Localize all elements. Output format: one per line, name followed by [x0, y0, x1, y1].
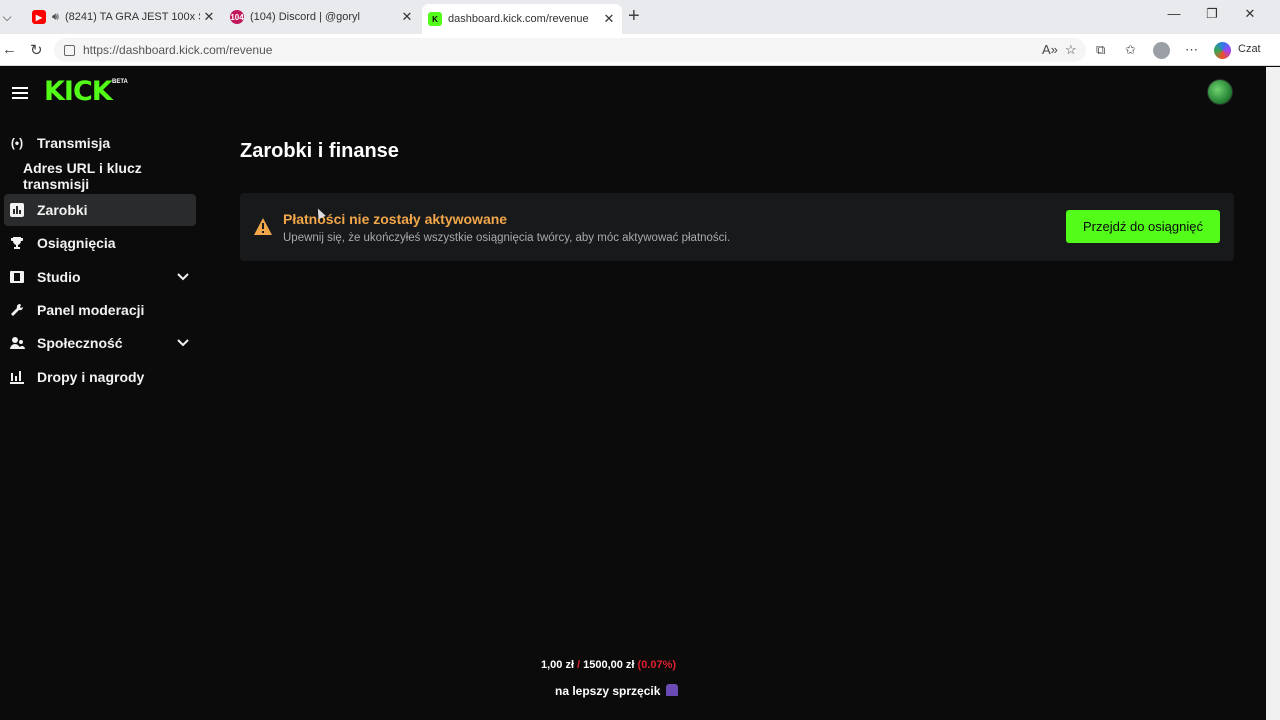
copilot-icon[interactable] — [1214, 42, 1231, 59]
url-text: https://dashboard.kick.com/revenue — [83, 43, 273, 57]
sidebar-item-label: Osiągnięcia — [37, 235, 116, 251]
lock-icon — [64, 44, 75, 56]
chevron-down-icon[interactable] — [176, 336, 190, 350]
kick-dashboard-page: KICK BETA (•) Transmisja Adres URL i klu… — [0, 67, 1266, 720]
browser-tab-discord[interactable]: 104 (104) Discord | @goryl ✕ — [224, 4, 420, 30]
back-icon[interactable]: ← — [2, 41, 17, 58]
copilot-label[interactable]: Czat — [1238, 43, 1261, 55]
speaker-icon[interactable]: 🔊︎ — [52, 11, 59, 24]
close-window-icon[interactable]: ✕ — [1235, 6, 1265, 22]
goal-separator: / — [577, 659, 581, 671]
page-title: Zarobki i finanse — [240, 140, 399, 162]
sidebar-item-osiagniecia[interactable]: Osiągnięcia — [4, 227, 196, 259]
sidebar-item-zarobki[interactable]: Zarobki — [4, 194, 196, 226]
gift-icon — [9, 369, 25, 385]
chart-icon — [9, 202, 25, 218]
browser-address-bar: ← ↻ https://dashboard.kick.com/revenue A… — [0, 34, 1280, 66]
donation-goal-progress: 1,00 zł/1500,00 zł (0.07%) — [541, 659, 676, 671]
sidebar-item-label: Panel moderacji — [37, 302, 145, 318]
refresh-icon[interactable]: ↻ — [30, 41, 43, 59]
sidebar-item-label: Społeczność — [37, 335, 123, 351]
more-options-icon[interactable]: ⋯ — [1185, 42, 1198, 58]
chevron-down-icon[interactable] — [176, 270, 190, 284]
discord-icon: 104 — [230, 10, 244, 24]
user-avatar[interactable] — [1207, 79, 1233, 105]
sidebar-item-stream-key[interactable]: Adres URL i klucz transmisji — [23, 160, 205, 192]
url-field[interactable]: https://dashboard.kick.com/revenue — [54, 38, 1086, 62]
scrollbar[interactable] — [1266, 67, 1280, 720]
sidebar-item-studio[interactable]: Studio — [4, 261, 196, 293]
goal-caption-text: na lepszy sprzęcik — [555, 684, 661, 698]
favorites-icon[interactable]: ✩ — [1125, 42, 1136, 58]
tab-actions-chevron-icon[interactable]: ⌵ — [0, 8, 14, 26]
sidebar-item-label: Zarobki — [37, 202, 88, 218]
browser-tab-bar: ⌵ ▶ 🔊︎ (8241) TA GRA JEST 100x STR/ ✕ 10… — [0, 0, 1280, 34]
broadcast-icon: (•) — [10, 136, 24, 150]
close-tab-icon[interactable]: ✕ — [600, 11, 618, 27]
new-tab-icon[interactable]: + — [628, 6, 640, 26]
close-tab-icon[interactable]: ✕ — [200, 9, 218, 25]
read-aloud-icon[interactable]: A» — [1042, 42, 1058, 57]
film-icon — [9, 269, 25, 285]
minimize-icon[interactable]: — — [1159, 6, 1189, 21]
goal-current-amount: 1,00 zł — [541, 659, 575, 671]
warning-icon — [254, 218, 272, 235]
donation-goal-caption: na lepszy sprzęcik — [555, 684, 679, 698]
goal-percent: (0.07%) — [637, 659, 677, 671]
sidebar-item-label: Studio — [37, 269, 81, 285]
sidebar-item-transmisja[interactable]: (•) Transmisja — [4, 127, 196, 159]
go-to-achievements-button[interactable]: Przejdź do osiągnięć — [1066, 210, 1220, 243]
sidebar-item-panel-moderacji[interactable]: Panel moderacji — [4, 294, 196, 326]
kick-icon: K — [428, 12, 442, 26]
sidebar-item-label: Dropy i nagrody — [37, 369, 145, 385]
users-icon — [9, 335, 25, 351]
trophy-icon — [9, 235, 25, 251]
sidebar-item-label: Transmisja — [37, 135, 111, 151]
sidebar-item-dropy[interactable]: Dropy i nagrody — [4, 361, 196, 393]
tab-label: (104) Discord | @goryl — [250, 11, 360, 23]
extensions-icon[interactable]: ⧉ — [1096, 42, 1105, 58]
tab-label: (8241) TA GRA JEST 100x STR/ — [64, 11, 200, 23]
youtube-icon: ▶ — [32, 10, 46, 24]
close-tab-icon[interactable]: ✕ — [398, 9, 416, 25]
tab-label: dashboard.kick.com/revenue — [448, 13, 589, 25]
sidebar-item-spolecznosc[interactable]: Społeczność — [4, 327, 196, 359]
goal-target-amount: 1500,00 zł — [583, 659, 635, 671]
profile-avatar[interactable] — [1153, 42, 1170, 59]
menu-icon[interactable] — [12, 87, 28, 99]
beta-badge: BETA — [112, 79, 128, 85]
kick-logo[interactable]: KICK — [44, 78, 113, 105]
wrench-icon — [9, 302, 25, 318]
favorite-star-icon[interactable]: ☆ — [1065, 42, 1077, 58]
restore-icon[interactable]: ❐ — [1197, 6, 1227, 22]
payments-alert: Płatności nie zostały aktywowane Upewnij… — [240, 193, 1234, 261]
browser-tab-kick[interactable]: K dashboard.kick.com/revenue ✕ — [422, 4, 622, 34]
browser-tab-youtube[interactable]: ▶ 🔊︎ (8241) TA GRA JEST 100x STR/ ✕ — [26, 4, 222, 30]
alert-message: Upewnij się, że ukończyłeś wszystkie osi… — [283, 232, 731, 244]
ninja-emoji-icon — [666, 684, 679, 696]
